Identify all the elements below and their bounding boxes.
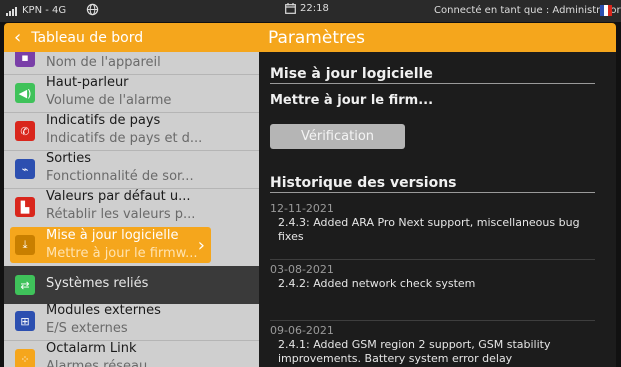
sidebar-item-sublabel: Volume de l'alarme: [46, 93, 172, 108]
version-date: 09-06-2021: [270, 324, 334, 337]
sidebar-item-label: Octalarm Link: [46, 341, 137, 356]
calendar-icon: [285, 3, 296, 14]
phone-icon: ✆: [15, 121, 35, 141]
sidebar-item-sublabel: Alarmes réseau: [46, 359, 148, 367]
verify-button[interactable]: Vérification: [270, 124, 405, 149]
chevron-left-icon: ‹: [14, 26, 22, 48]
sidebar-item-sublabel: Fonctionnalité de sor...: [46, 169, 194, 184]
sidebar-item-speaker[interactable]: ◀) Haut-parleur Volume de l'alarme: [4, 74, 259, 112]
status-bar: KPN - 4G 22:18 Connecté en tant que : Ad…: [0, 0, 621, 22]
sidebar-item-label: Systèmes reliés: [46, 276, 149, 291]
sidebar-item-country-codes[interactable]: ✆ Indicatifs de pays Indicatifs de pays …: [4, 112, 259, 150]
divider: [270, 259, 595, 260]
version-description: 2.4.3: Added ARA Pro Next support, misce…: [278, 216, 580, 243]
clock: 22:18: [285, 3, 329, 14]
outputs-icon: ⌁: [15, 159, 35, 179]
sidebar-item-label: Sorties: [46, 151, 92, 166]
settings-sidebar: ▪ Nom de l'appareil ◀) Haut-parleur Volu…: [4, 52, 259, 367]
linked-systems-icon: ⇄: [15, 275, 35, 295]
sidebar-item-sublabel: Nom de l'appareil: [46, 55, 161, 70]
modules-icon: ⊞: [15, 311, 35, 331]
signal-strength-icon: [6, 4, 17, 16]
logged-in-user: Connecté en tant que : Administrator: [434, 5, 621, 16]
sidebar-item-external-modules[interactable]: ⊞ Modules externes E/S externes: [4, 302, 259, 340]
sidebar-item-outputs[interactable]: ⌁ Sorties Fonctionnalité de sor...: [4, 150, 259, 188]
download-icon: ⤓: [15, 235, 35, 255]
back-to-dashboard-button[interactable]: ‹ Tableau de bord: [4, 26, 264, 48]
version-history-title: Historique des versions: [270, 175, 457, 191]
factory-icon: ▙: [15, 197, 35, 217]
sidebar-item-sublabel: Rétablir les valeurs p...: [46, 207, 196, 222]
speaker-icon: ◀): [15, 83, 35, 103]
software-update-title: Mise à jour logicielle: [270, 66, 433, 82]
header-bar: ‹ Tableau de bord Paramètres: [4, 23, 616, 52]
sidebar-item-label: Valeurs par défaut u...: [46, 189, 191, 204]
divider: [270, 192, 595, 193]
divider: [270, 320, 595, 321]
back-label: Tableau de bord: [31, 29, 144, 46]
chevron-right-icon: ›: [197, 235, 205, 256]
sidebar-item-sublabel: Indicatifs de pays et d...: [46, 131, 203, 146]
divider: [270, 83, 595, 84]
version-description: 2.4.2: Added network check system: [278, 277, 476, 290]
version-description: 2.4.1: Added GSM region 2 support, GSM s…: [278, 338, 551, 365]
sidebar-item-label: Indicatifs de pays: [46, 113, 161, 128]
settings-content: Mise à jour logicielle Mettre à jour le …: [259, 52, 616, 367]
version-date: 03-08-2021: [270, 263, 334, 276]
sidebar-item-sublabel: Mettre à jour le firmw...: [46, 246, 198, 261]
sidebar-item-label: Mise à jour logicielle: [46, 228, 179, 243]
sidebar-item-factory-defaults[interactable]: ▙ Valeurs par défaut u... Rétablir les v…: [4, 188, 259, 226]
network-icon: ⁘: [15, 349, 35, 367]
sidebar-item-label: Haut-parleur: [46, 75, 129, 90]
carrier-label: KPN - 4G: [22, 5, 67, 16]
page-title: Paramètres: [268, 27, 365, 48]
firmware-update-label: Mettre à jour le firm...: [270, 93, 434, 108]
device-icon: ▪: [15, 52, 35, 67]
french-flag-icon[interactable]: [600, 5, 612, 16]
version-date: 12-11-2021: [270, 202, 334, 215]
sidebar-item-octalarm-link[interactable]: ⁘ Octalarm Link Alarmes réseau: [4, 340, 259, 367]
globe-icon: [86, 3, 99, 16]
sidebar-item-sublabel: E/S externes: [46, 321, 128, 336]
time-label: 22:18: [300, 3, 329, 14]
sidebar-item-label: Modules externes: [46, 303, 161, 318]
sidebar-item-device-name[interactable]: ▪ Nom de l'appareil: [4, 52, 259, 74]
sidebar-item-linked-systems[interactable]: ⇄ Systèmes reliés: [4, 266, 259, 304]
sidebar-item-software-update[interactable]: ⤓ Mise à jour logicielle Mettre à jour l…: [10, 227, 211, 263]
